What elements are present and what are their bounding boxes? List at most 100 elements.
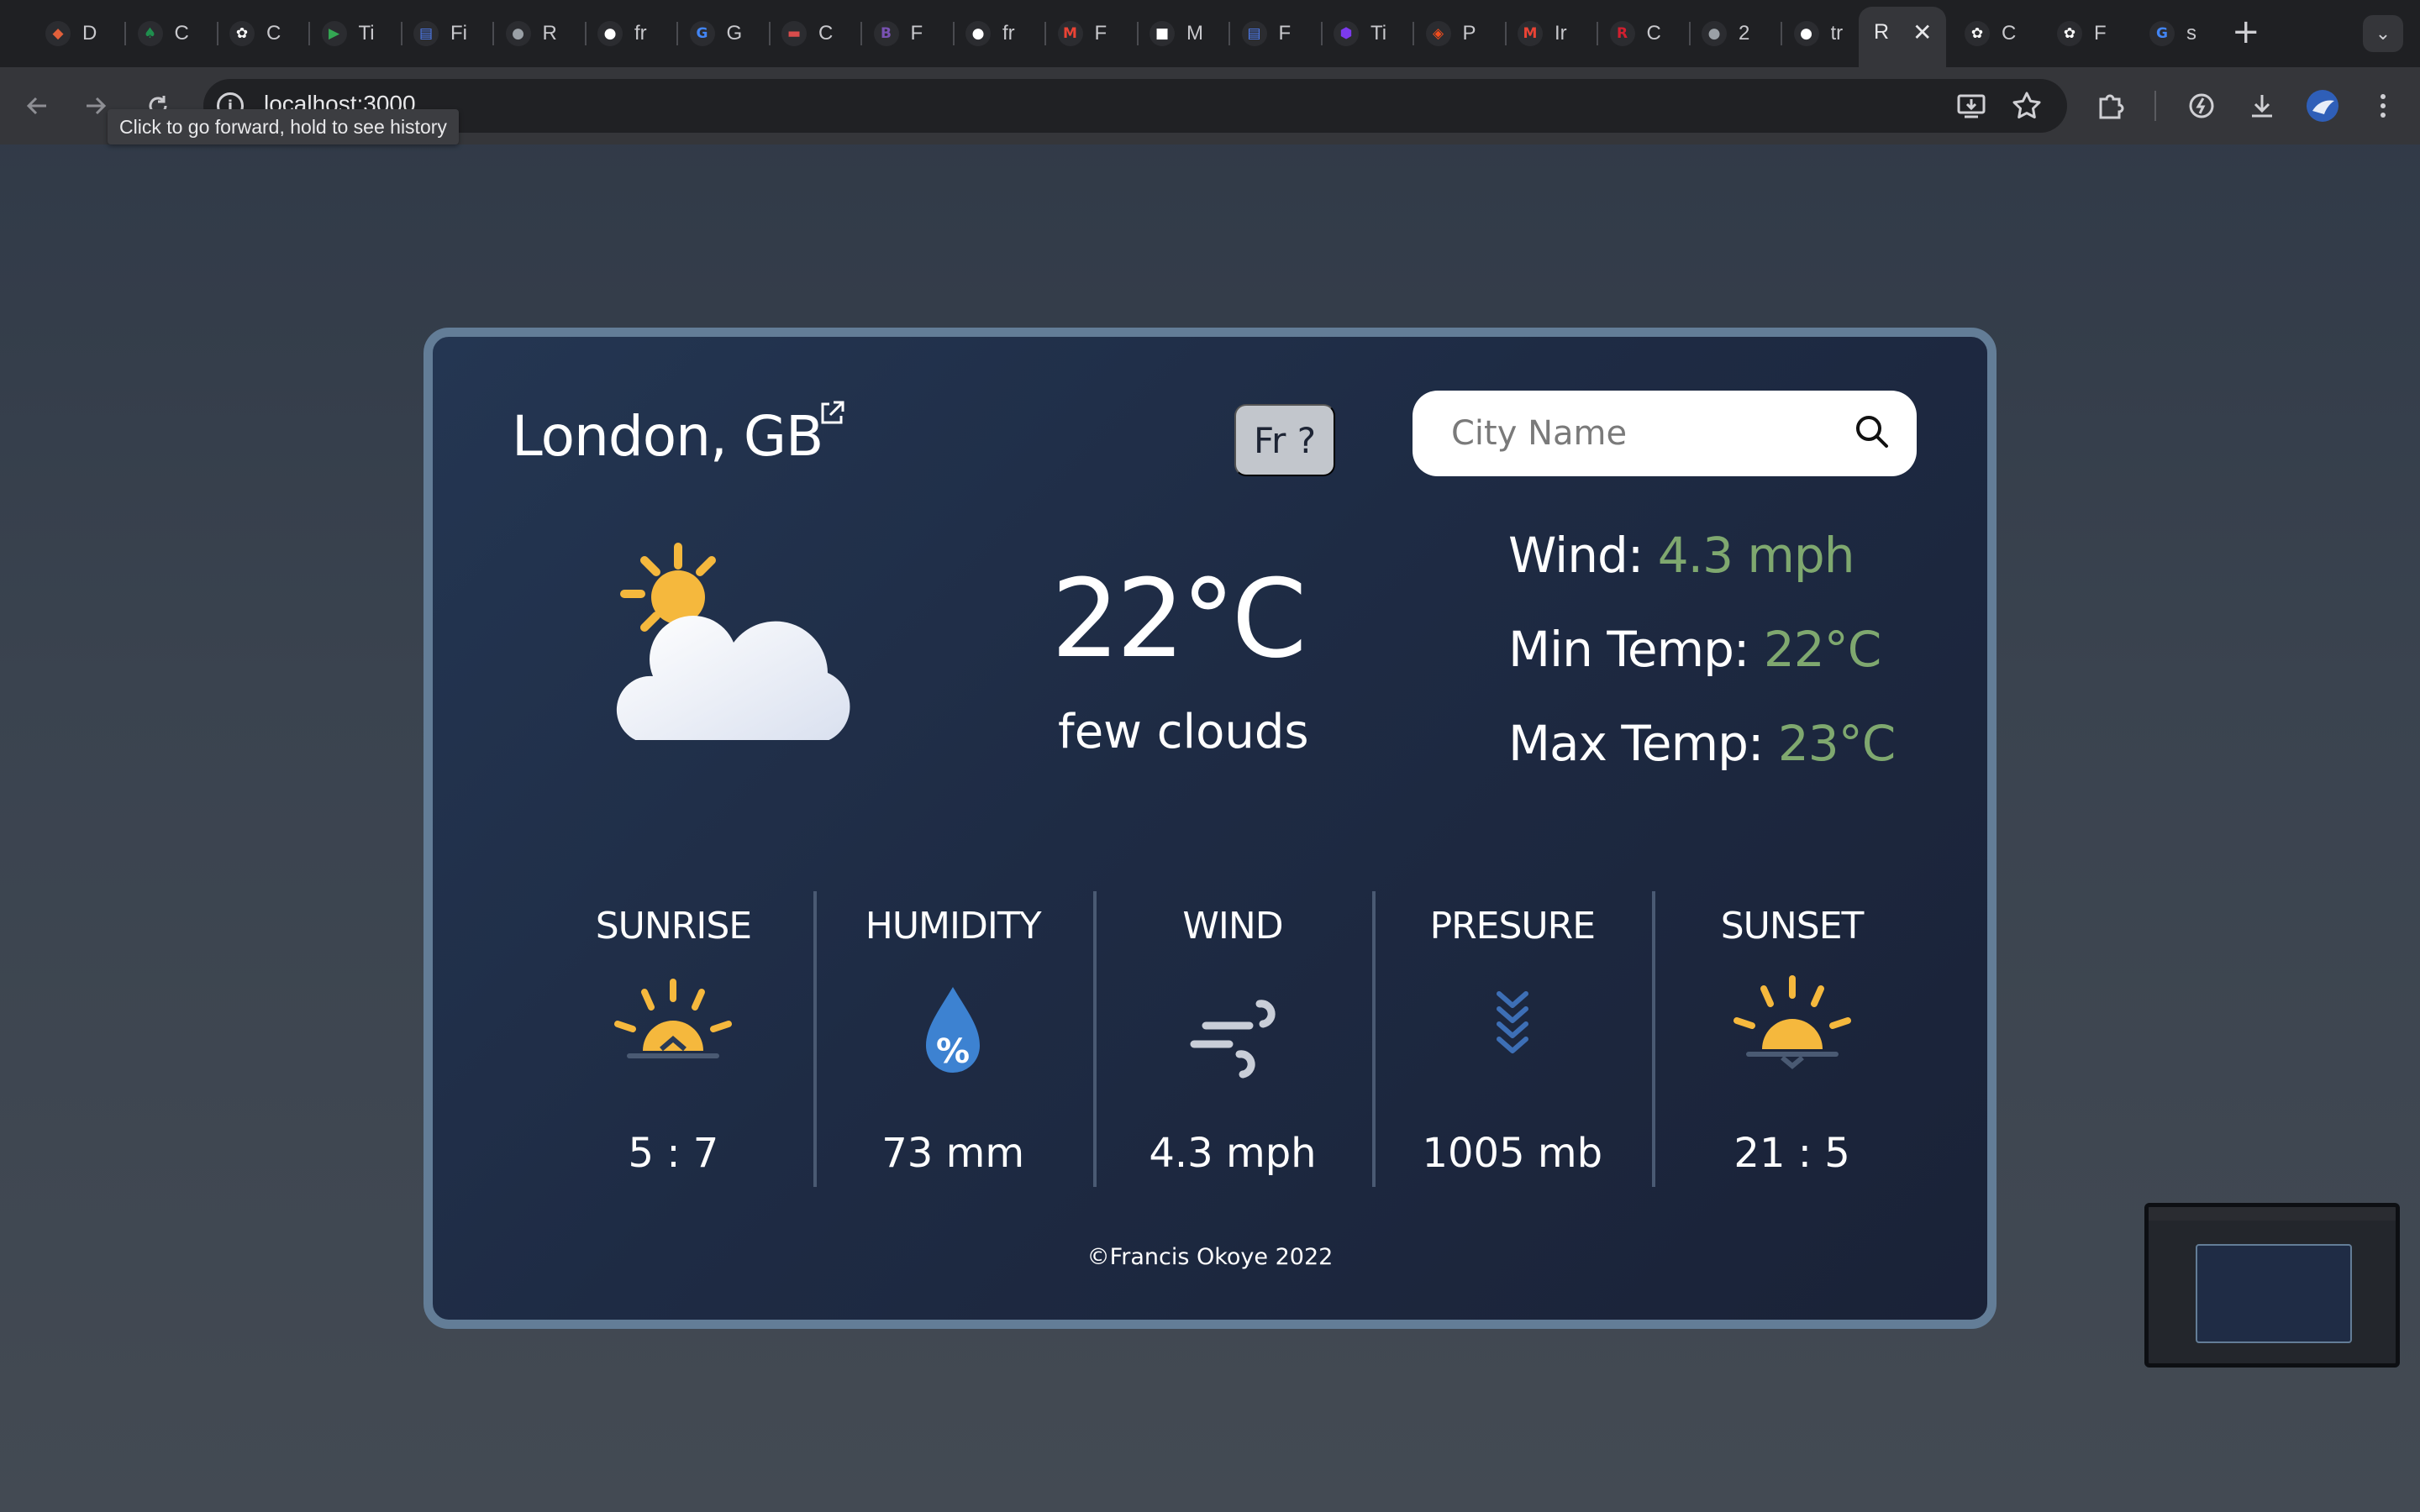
extensions-puzzle-icon[interactable] — [2091, 86, 2131, 126]
tab-search-button[interactable]: ⌄ — [2363, 15, 2403, 52]
metric-label: HUMIDITY — [865, 905, 1042, 948]
wind-stat: Wind: 4.3 mph — [1508, 527, 1855, 584]
tab-separator — [584, 22, 587, 45]
tab-label: C — [174, 22, 189, 45]
max-temp-stat: Max Temp: 23°C — [1508, 715, 1896, 772]
tab-label: C — [2002, 22, 2017, 45]
metric-value: 5 : 7 — [628, 1130, 719, 1177]
pressure-chevrons-icon — [1496, 991, 1528, 1053]
tab-label: D — [82, 22, 97, 45]
tab-label: fr — [1002, 22, 1015, 45]
sunrise-icon — [614, 979, 733, 1058]
tab-label: fr — [634, 22, 647, 45]
github-icon: ● — [597, 21, 623, 46]
app-icon: ◆ — [45, 21, 71, 46]
forward-arrow-icon — [87, 97, 107, 115]
metric-value: 73 mm — [881, 1130, 1025, 1177]
browser-tab[interactable]: ● fr — [597, 13, 651, 54]
browser-tab[interactable]: RC — [1609, 13, 1664, 54]
language-toggle-button[interactable]: Fr ? — [1234, 404, 1335, 476]
browser-tab[interactable]: ▬ C — [781, 13, 835, 54]
back-button[interactable] — [15, 84, 59, 128]
tab-separator — [952, 22, 955, 45]
github-icon: ● — [965, 21, 991, 46]
browser-tab[interactable]: MF — [1057, 13, 1112, 54]
browser-tab[interactable]: BF — [873, 13, 928, 54]
browser-tab[interactable]: ▤ Fi — [413, 13, 467, 54]
tab-separator — [400, 22, 402, 45]
back-arrow-icon — [26, 97, 46, 115]
performance-icon[interactable] — [2181, 86, 2222, 126]
partly-cloudy-icon — [616, 543, 850, 740]
browser-tab[interactable]: ▤ F — [1241, 13, 1296, 54]
browser-tab[interactable]: ◆ D — [45, 13, 99, 54]
browser-tab[interactable]: M Ir — [1518, 13, 1571, 54]
metric-label: SUNSET — [1720, 905, 1865, 948]
leaf-icon: ♠ — [137, 21, 163, 46]
tab-label: M — [1186, 22, 1203, 45]
chevron-down-icon: ⌄ — [2375, 23, 2391, 45]
tab-label: C — [266, 22, 281, 45]
close-tab-icon[interactable]: ✕ — [1912, 18, 1932, 46]
car-icon: ▬ — [781, 21, 807, 46]
toolbar-divider — [2154, 91, 2156, 121]
metric-value: 1005 mb — [1422, 1130, 1603, 1177]
tab-label: F — [2094, 22, 2107, 45]
city-search-input[interactable] — [1451, 409, 1838, 458]
weather-description: few clouds — [1058, 705, 1309, 759]
tab-separator — [1504, 22, 1507, 45]
browser-tab[interactable]: ◈ P — [1425, 13, 1480, 54]
min-temp-label: Min Temp: — [1508, 621, 1749, 678]
tab-separator — [216, 22, 218, 45]
browser-tab[interactable]: ⬢ Ti — [1334, 13, 1387, 54]
tab-separator — [768, 22, 771, 45]
browser-tab[interactable]: ● 2 — [1702, 13, 1755, 54]
frame-icon: ■ — [1150, 21, 1175, 46]
metric-value: 21 : 5 — [1733, 1130, 1850, 1177]
tab-separator — [492, 22, 494, 45]
tab-label: G — [726, 22, 743, 45]
install-app-icon[interactable] — [1951, 86, 1991, 126]
tab-separator — [1044, 22, 1046, 45]
tab-label: Ti — [1370, 22, 1387, 45]
metric-value: 4.3 mph — [1149, 1130, 1317, 1177]
page-preview-thumbnail[interactable] — [2144, 1203, 2400, 1368]
tab-label: F — [1094, 22, 1107, 45]
max-temp-label: Max Temp: — [1508, 715, 1764, 772]
address-bar[interactable]: i localhost:3000 — [203, 79, 2067, 133]
min-temp-value: 22°C — [1763, 621, 1881, 678]
browser-tab[interactable]: GG — [689, 13, 744, 54]
current-temperature: 22°C — [1051, 557, 1307, 682]
humidity-drop-icon: % — [926, 987, 981, 1073]
browser-menu-icon[interactable] — [2363, 86, 2403, 126]
search-icon[interactable] — [1853, 412, 1891, 451]
browser-tab[interactable]: ● R — [505, 13, 560, 54]
footer-credit: ©Francis Okoye 2022 — [1086, 1244, 1334, 1270]
svg-text:%: % — [936, 1032, 970, 1071]
new-tab-button[interactable]: + — [2232, 15, 2260, 49]
gmail-icon: M — [1057, 21, 1083, 46]
browser-tab[interactable]: ✿ F — [2057, 13, 2111, 54]
wind-icon — [1190, 1000, 1276, 1079]
browser-tab[interactable]: ■ M — [1150, 13, 1203, 54]
tab-label: s — [2186, 22, 2196, 45]
external-link-icon[interactable] — [818, 399, 846, 428]
active-tab[interactable]: R ✕ — [1859, 7, 1946, 67]
download-icon[interactable] — [2242, 86, 2282, 126]
tab-label: C — [1646, 22, 1661, 45]
github-icon: ● — [1793, 21, 1819, 46]
browser-tab-strip: ◆ D ♠ C ✿ C ▶ Ti ▤ Fi ● R ● fr G G ▬ C B F ● fr M F ■ M ▤ F ⬢ Ti ◈ P M Ir… — [0, 0, 2420, 67]
bootstrap-icon: B — [873, 21, 899, 46]
metric-wind: WIND 4.3 mph — [1092, 891, 1373, 1194]
browser-tab[interactable]: Gs — [2149, 13, 2203, 54]
tab-separator — [676, 22, 678, 45]
weather-metrics-row: SUNRISE 5 : 7 HUMIDITY % 73 mm WIND 4.3 … — [534, 891, 1932, 1194]
bookmark-star-icon[interactable] — [2007, 86, 2047, 126]
profile-avatar[interactable] — [2302, 86, 2343, 126]
browser-tab[interactable]: ● tr — [1793, 13, 1848, 54]
browser-tab[interactable]: ✿ C — [229, 13, 283, 54]
browser-tab[interactable]: ▶ Ti — [321, 13, 376, 54]
browser-tab[interactable]: ♠ C — [137, 13, 192, 54]
browser-tab[interactable]: ● fr — [965, 13, 1019, 54]
browser-tab[interactable]: ✿ C — [1965, 13, 2018, 54]
